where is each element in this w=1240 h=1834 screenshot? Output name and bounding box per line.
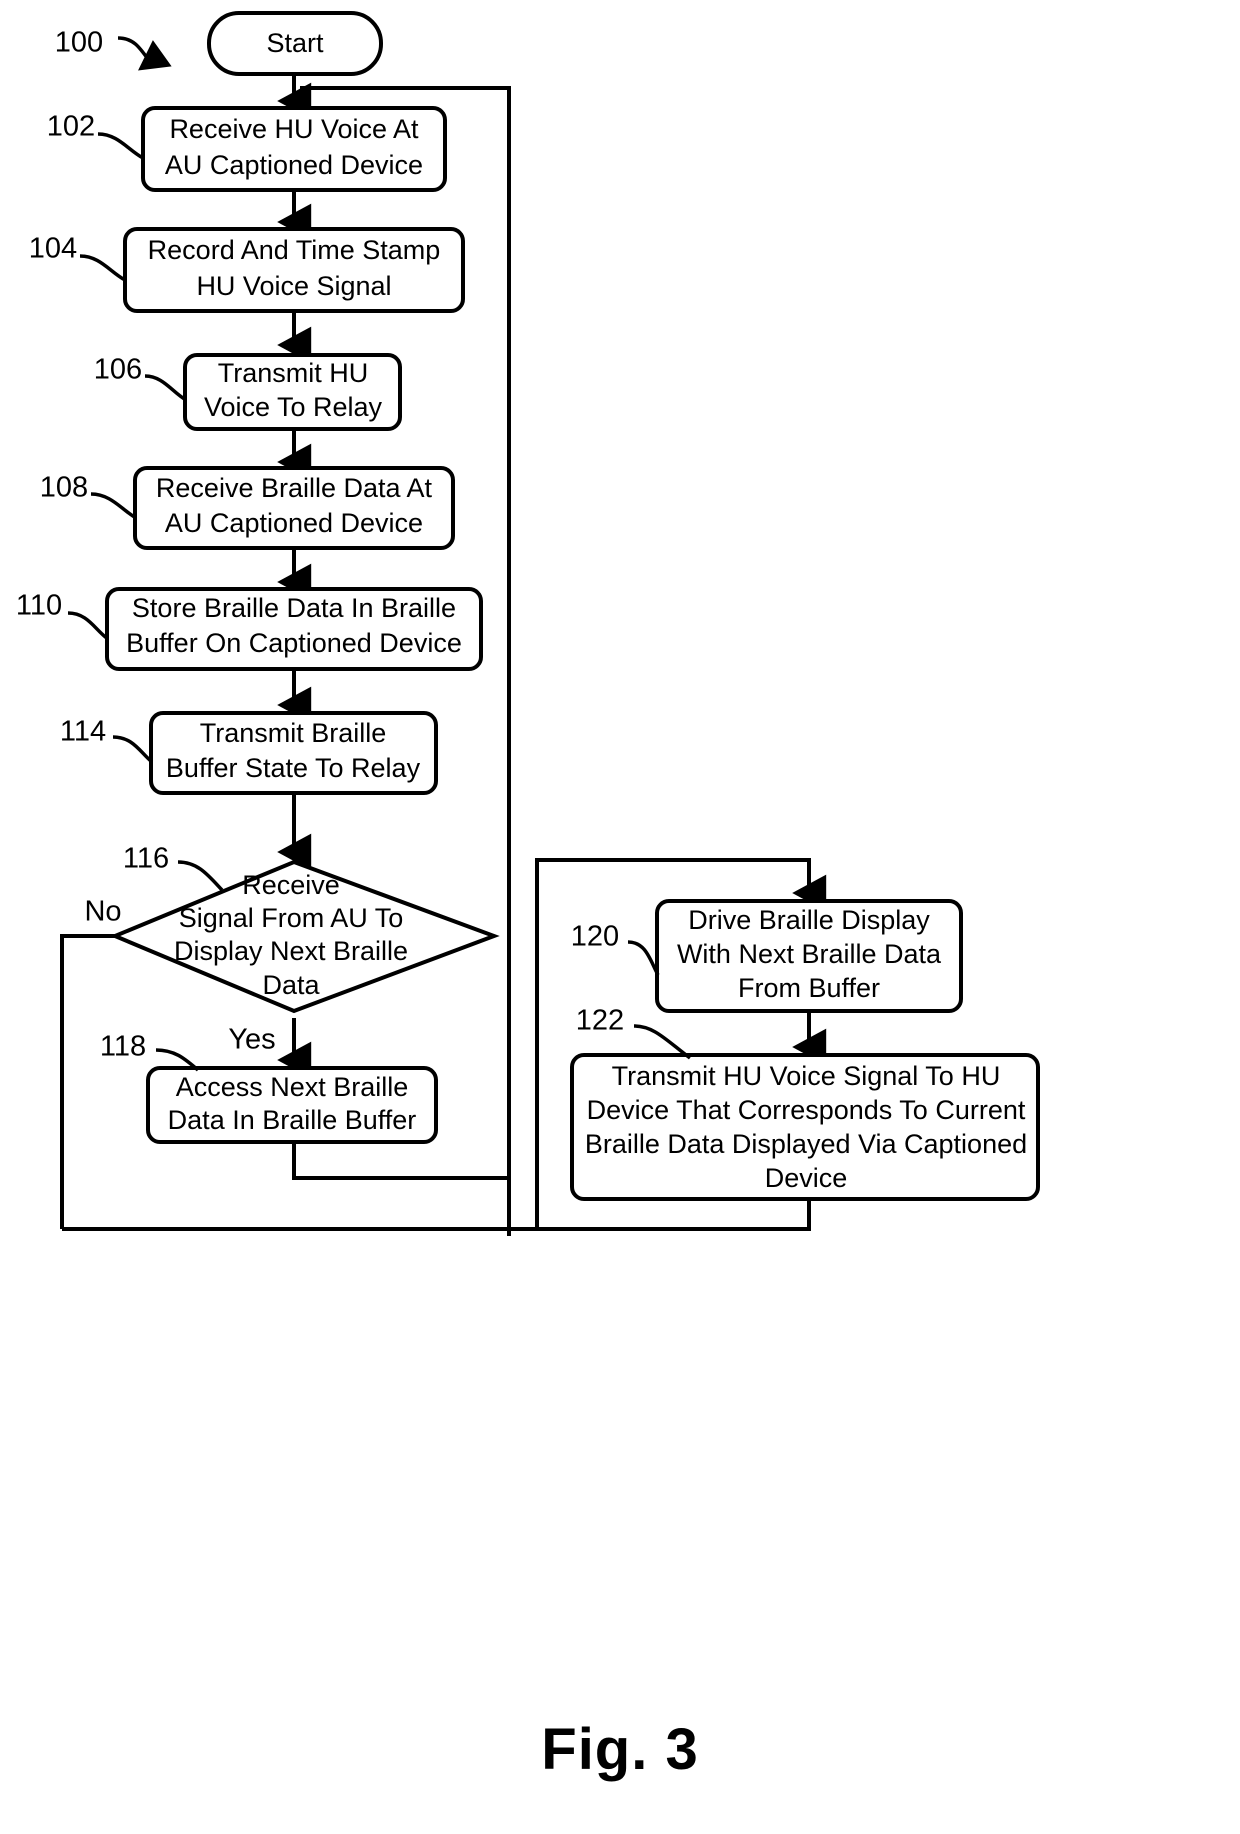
ref-label-118: 118 <box>100 1031 146 1063</box>
ref-label-106: 106 <box>94 354 142 386</box>
node-114-line-1: Transmit Braille <box>200 718 387 748</box>
node-114-line-2: Buffer State To Relay <box>166 753 421 783</box>
node-118-line-1: Access Next Braille <box>176 1072 409 1102</box>
node-122-line-2: Device That Corresponds To Current <box>587 1095 1026 1125</box>
node-120-line-3: From Buffer <box>738 973 880 1003</box>
connector-122-to-bottom-bus <box>537 1199 811 1231</box>
ref-label-108: 108 <box>40 472 88 504</box>
node-start-label: Start <box>266 28 324 58</box>
ref-label-102: 102 <box>47 111 95 143</box>
leader-120 <box>627 940 660 976</box>
branch-label-yes: Yes <box>228 1024 275 1056</box>
node-122-line-4: Device <box>765 1163 848 1193</box>
leader-114 <box>112 735 154 764</box>
branch-label-no: No <box>84 896 121 928</box>
ref-label-104: 104 <box>29 233 77 265</box>
node-106-line-1: Transmit HU <box>218 358 369 388</box>
figure-container: Start Receive HU Voice At AU Captioned D… <box>0 0 1240 1834</box>
node-118-line-2: Data In Braille Buffer <box>168 1105 417 1135</box>
node-104-line-2: HU Voice Signal <box>196 271 391 301</box>
leader-106 <box>144 374 187 402</box>
node-104-line-1: Record And Time Stamp <box>148 235 441 265</box>
node-110-line-2: Buffer On Captioned Device <box>126 628 462 658</box>
ref-label-110: 110 <box>16 590 62 622</box>
node-122-line-3: Braille Data Displayed Via Captioned <box>585 1129 1027 1159</box>
ref-label-120: 120 <box>571 921 619 953</box>
node-106-line-2: Voice To Relay <box>204 392 383 422</box>
leader-110 <box>67 611 110 641</box>
ref-label-100: 100 <box>55 27 103 59</box>
figure-caption: Fig. 3 <box>541 1717 699 1782</box>
leader-116 <box>177 860 224 892</box>
leader-104 <box>79 254 126 282</box>
node-102-line-2: AU Captioned Device <box>165 150 423 180</box>
flowchart-svg: Start Receive HU Voice At AU Captioned D… <box>16 11 1040 1236</box>
leader-108 <box>90 492 137 520</box>
node-120-line-1: Drive Braille Display <box>688 905 930 935</box>
node-120-line-2: With Next Braille Data <box>677 939 942 969</box>
node-116-line-4: Data <box>262 970 320 1000</box>
node-108-line-1: Receive Braille Data At <box>156 473 433 503</box>
leader-102 <box>97 132 144 160</box>
node-110-line-1: Store Braille Data In Braille <box>132 593 456 623</box>
node-122-line-1: Transmit HU Voice Signal To HU <box>612 1061 1001 1091</box>
node-108-line-2: AU Captioned Device <box>165 508 423 538</box>
ref-label-122: 122 <box>576 1005 624 1037</box>
node-102-line-1: Receive HU Voice At <box>169 114 419 144</box>
connector-118-to-riser <box>292 1142 509 1180</box>
node-116-line-2: Signal From AU To <box>179 903 404 933</box>
ref-label-116: 116 <box>123 843 169 875</box>
ref-label-114: 114 <box>60 716 106 748</box>
leader-100 <box>117 36 172 71</box>
connector-116-no-loop <box>60 934 115 1229</box>
node-116-line-1: Receive <box>242 870 340 900</box>
node-116-line-3: Display Next Braille <box>174 936 408 966</box>
